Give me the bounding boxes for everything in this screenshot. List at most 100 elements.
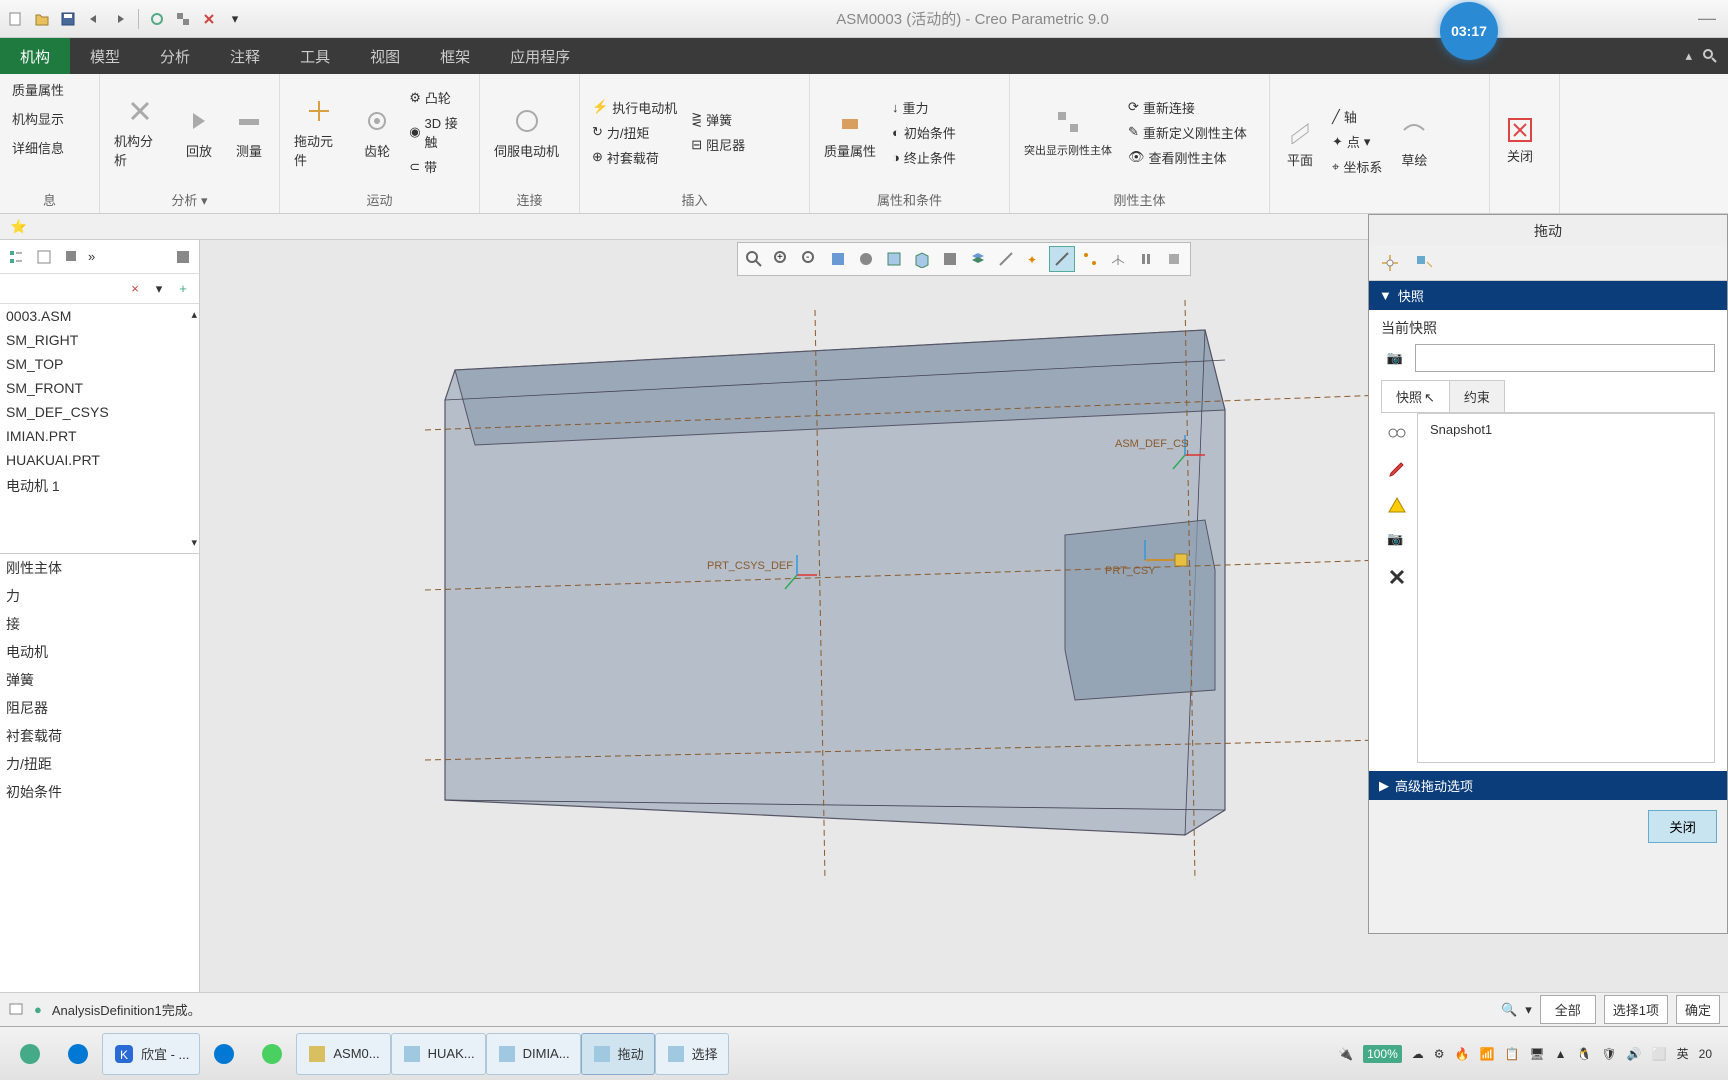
csys-button[interactable]: ⌖坐标系 bbox=[1328, 155, 1386, 178]
initial-cond-button[interactable]: ◐初始条件 bbox=[888, 121, 960, 144]
tab-view[interactable]: 视图 bbox=[350, 38, 420, 74]
find-icon[interactable]: 🔍 bbox=[1501, 1002, 1517, 1018]
current-snapshot-input[interactable] bbox=[1415, 344, 1715, 372]
tree-item[interactable]: 刚性主体 bbox=[0, 554, 199, 582]
pencil-icon[interactable] bbox=[1387, 459, 1411, 483]
tree-settings-icon[interactable] bbox=[171, 245, 195, 269]
windows-icon[interactable] bbox=[171, 7, 195, 31]
axis-button[interactable]: ╱轴 bbox=[1328, 105, 1386, 128]
mass-props-button[interactable]: 质量属性 bbox=[818, 101, 882, 164]
point-display-icon[interactable] bbox=[1077, 246, 1103, 272]
favorites-icon[interactable]: ⭐ bbox=[8, 216, 30, 238]
plane-button[interactable]: 平面 bbox=[1278, 110, 1322, 173]
tree-item[interactable]: HUAKUAI.PRT bbox=[0, 448, 199, 472]
gravity-button[interactable]: ↓重力 bbox=[888, 96, 960, 119]
stop-icon[interactable] bbox=[1161, 246, 1187, 272]
end-cond-button[interactable]: ◑终止条件 bbox=[888, 146, 960, 169]
warning-icon[interactable] bbox=[1387, 495, 1411, 519]
tray-icon[interactable]: ⬜ bbox=[1652, 1047, 1667, 1061]
tab-tools[interactable]: 工具 bbox=[280, 38, 350, 74]
tree-item[interactable]: 阻尼器 bbox=[0, 694, 199, 722]
tree-dropdown-icon[interactable]: ▾ bbox=[149, 279, 169, 299]
zoom-out-icon[interactable]: - bbox=[797, 246, 823, 272]
measure-button[interactable]: 测量 bbox=[227, 101, 271, 164]
ime-indicator[interactable]: 英 bbox=[1677, 1045, 1689, 1062]
tree-layers-icon[interactable] bbox=[60, 245, 84, 269]
mechanism-display-button[interactable]: 机构显示 bbox=[8, 107, 68, 130]
tab-constraint[interactable]: 约束 bbox=[1449, 380, 1505, 412]
bushing-load-button[interactable]: ⊕衬套载荷 bbox=[588, 146, 681, 169]
snapshot-item[interactable]: Snapshot1 bbox=[1422, 418, 1710, 441]
tab-model[interactable]: 模型 bbox=[70, 38, 140, 74]
tray-icon[interactable]: ⚙ bbox=[1434, 1047, 1445, 1061]
scroll-up-icon[interactable]: ▴ bbox=[191, 308, 197, 321]
sketch-button[interactable]: 草绘 bbox=[1392, 110, 1436, 173]
tree-filter-icon[interactable] bbox=[32, 245, 56, 269]
selection-filter[interactable]: 全部 bbox=[1540, 995, 1596, 1024]
tree-add-icon[interactable]: + bbox=[173, 279, 193, 299]
tree-close-icon[interactable]: × bbox=[125, 279, 145, 299]
close-button[interactable]: 关闭 bbox=[1498, 114, 1542, 169]
saved-view-icon[interactable] bbox=[909, 246, 935, 272]
tab-snapshot[interactable]: 快照↖ bbox=[1381, 380, 1450, 412]
delete-icon[interactable] bbox=[1387, 567, 1411, 591]
datum-display-icon[interactable]: ✦ bbox=[1021, 246, 1047, 272]
tab-analysis[interactable]: 分析 bbox=[140, 38, 210, 74]
tree-item[interactable]: 力 bbox=[0, 582, 199, 610]
servo-motor-button[interactable]: 伺服电动机 bbox=[488, 101, 565, 164]
redefine-rigid-button[interactable]: ✎重新定义刚性主体 bbox=[1124, 121, 1251, 144]
annotation-icon[interactable] bbox=[993, 246, 1019, 272]
mass-properties-button[interactable]: 质量属性 bbox=[8, 78, 68, 101]
tree-item[interactable]: 接 bbox=[0, 610, 199, 638]
tray-icon[interactable]: 🛡 bbox=[1601, 1047, 1616, 1061]
display-style-icon[interactable] bbox=[881, 246, 907, 272]
playback-button[interactable]: 回放 bbox=[177, 101, 221, 164]
advanced-header[interactable]: ▶ 高级拖动选项 bbox=[1369, 771, 1727, 800]
search-icon[interactable] bbox=[1702, 48, 1718, 64]
tray-icon[interactable]: 🐧 bbox=[1577, 1047, 1592, 1061]
refit-icon[interactable] bbox=[825, 246, 851, 272]
task-item[interactable]: 选择 bbox=[655, 1033, 729, 1075]
zoom-icon[interactable] bbox=[741, 246, 767, 272]
task-item[interactable]: DIMIA... bbox=[486, 1033, 581, 1075]
tree-item[interactable]: SM_RIGHT bbox=[0, 328, 199, 352]
tree-item[interactable]: SM_FRONT bbox=[0, 376, 199, 400]
undo-icon[interactable] bbox=[82, 7, 106, 31]
edge2-icon[interactable] bbox=[200, 1033, 248, 1075]
battery-icon[interactable]: 🔌 bbox=[1338, 1047, 1353, 1061]
regen-icon[interactable] bbox=[145, 7, 169, 31]
tree-item[interactable]: 弹簧 bbox=[0, 666, 199, 694]
cam-button[interactable]: ⚙凸轮 bbox=[405, 86, 471, 109]
tree-item[interactable]: 力/扭距 bbox=[0, 750, 199, 778]
close-window-icon[interactable] bbox=[197, 7, 221, 31]
pause-icon[interactable] bbox=[1133, 246, 1159, 272]
tab-mechanism[interactable]: 机构 bbox=[0, 38, 70, 74]
layers-icon[interactable] bbox=[965, 246, 991, 272]
volume-icon[interactable]: 🔊 bbox=[1627, 1047, 1642, 1061]
belt-button[interactable]: ⊂带 bbox=[405, 155, 471, 178]
tab-annotate[interactable]: 注释 bbox=[210, 38, 280, 74]
highlight-rigid-button[interactable]: 突出显示刚性主体 bbox=[1018, 102, 1118, 162]
reconnect-button[interactable]: ⟳重新连接 bbox=[1124, 96, 1251, 119]
status-flag-icon[interactable] bbox=[8, 1002, 24, 1018]
task-item[interactable]: ASM0... bbox=[296, 1033, 390, 1075]
ie-icon[interactable] bbox=[248, 1033, 296, 1075]
csys-display-icon[interactable] bbox=[1105, 246, 1131, 272]
tray-icon[interactable]: 📋 bbox=[1504, 1047, 1519, 1061]
redo-icon[interactable] bbox=[108, 7, 132, 31]
tree-item[interactable]: 电动机 1 bbox=[0, 472, 199, 500]
scroll-down-icon[interactable]: ▾ bbox=[191, 537, 197, 549]
collapse-ribbon-icon[interactable]: ▴ bbox=[1685, 48, 1692, 64]
spring-button[interactable]: ⋛弹簧 bbox=[687, 108, 749, 131]
tree-item[interactable]: SM_TOP bbox=[0, 352, 199, 376]
qat-dropdown-icon[interactable]: ▾ bbox=[223, 7, 247, 31]
edge-icon[interactable] bbox=[54, 1033, 102, 1075]
save-icon[interactable] bbox=[56, 7, 80, 31]
perspective-icon[interactable] bbox=[937, 246, 963, 272]
damper-button[interactable]: ⊟阻尼器 bbox=[687, 133, 749, 156]
find-dropdown-icon[interactable]: ▾ bbox=[1525, 1002, 1532, 1018]
tab-applications[interactable]: 应用程序 bbox=[490, 38, 590, 74]
snapshot-header[interactable]: ▼ 快照 bbox=[1369, 281, 1727, 310]
tree-item[interactable]: 0003.ASM bbox=[0, 304, 199, 328]
point-button[interactable]: ✦点 ▾ bbox=[1328, 130, 1386, 153]
